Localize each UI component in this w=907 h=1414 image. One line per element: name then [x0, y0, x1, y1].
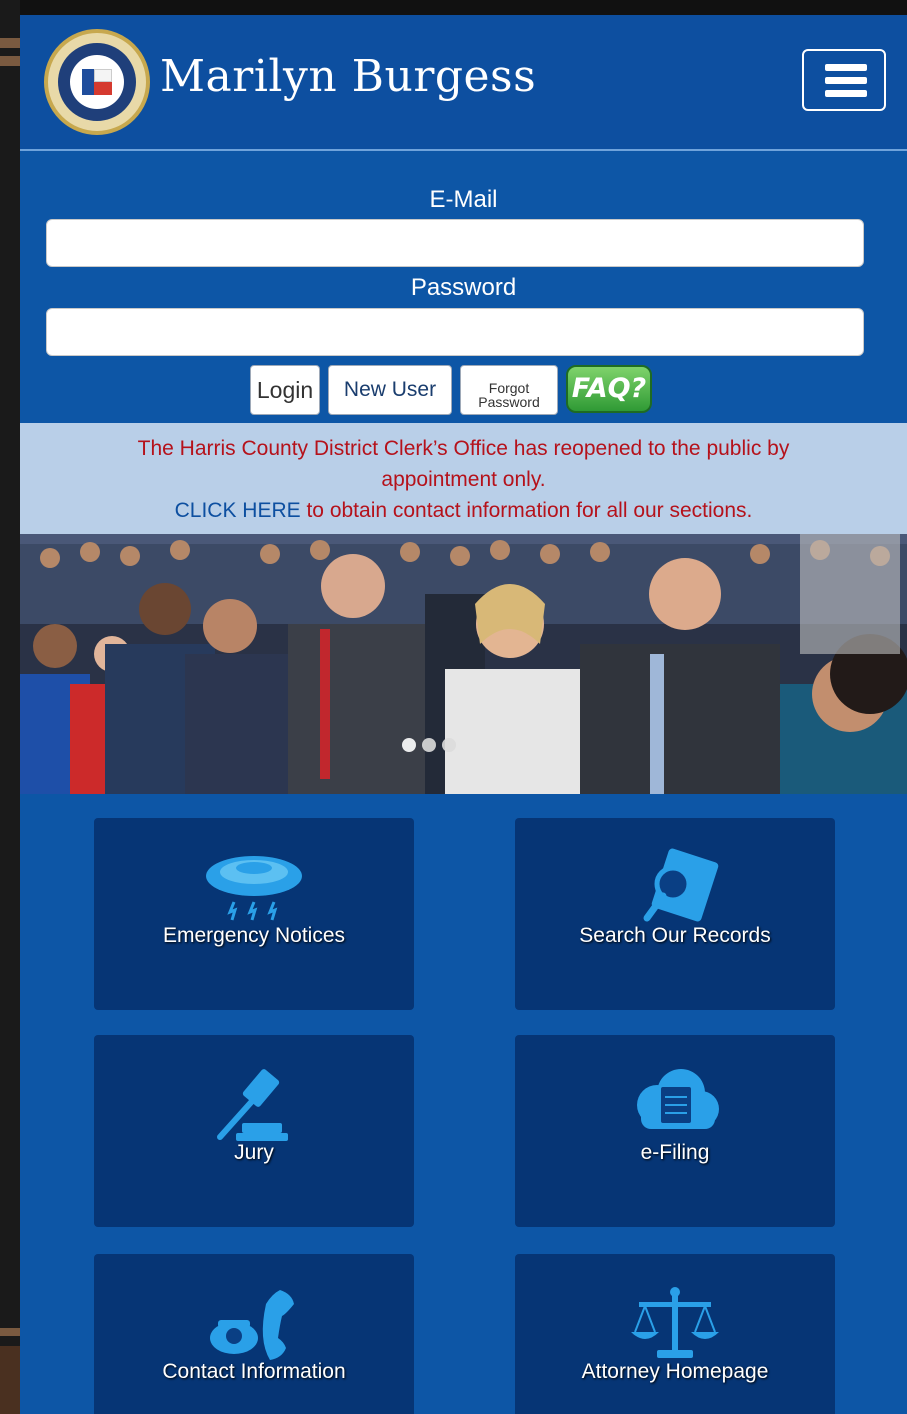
password-label: Password: [410, 274, 517, 301]
scales-of-justice-icon: [631, 1287, 719, 1358]
telephone-icon: [210, 1290, 294, 1360]
forgot-password-button[interactable]: Forgot Password: [460, 365, 558, 415]
tile-e-filing[interactable]: e-Filing: [515, 1035, 835, 1227]
magnifier-document-icon: [643, 848, 719, 922]
notice-link-suffix: to obtain contact information for all ou…: [300, 499, 753, 522]
tile-label: Attorney Homepage: [581, 1360, 769, 1383]
texas-flag-red-stripe: [94, 82, 112, 95]
tile-label: e-Filing: [640, 1141, 710, 1164]
texas-flag-white-stripe: [94, 69, 112, 82]
carousel-dot[interactable]: [402, 738, 416, 752]
faq-button[interactable]: FAQ?: [566, 365, 652, 413]
notice-message: The Harris County District Clerk’s Offic…: [137, 437, 790, 491]
quick-links-grid: Emergency Notices Search Our Records Jur…: [20, 794, 907, 1414]
password-field[interactable]: [46, 308, 864, 356]
brand-name[interactable]: Marilyn Burgess: [160, 51, 536, 102]
page: Marilyn Burgess E-Mail Password Login Ne…: [20, 15, 907, 1414]
forgot-label-line2: Password: [478, 393, 540, 410]
tile-emergency-notices[interactable]: Emergency Notices: [94, 818, 414, 1010]
email-field[interactable]: [46, 219, 864, 267]
new-user-button[interactable]: New User: [328, 365, 452, 415]
decor-bar: [0, 56, 20, 66]
login-form: E-Mail Password Login New User Forgot Pa…: [20, 153, 907, 423]
texas-flag-icon: [82, 69, 94, 95]
tile-jury[interactable]: Jury: [94, 1035, 414, 1227]
tile-attorney-homepage[interactable]: Attorney Homepage: [515, 1254, 835, 1414]
hero-carousel[interactable]: [20, 534, 907, 794]
decor-bar: [0, 1346, 20, 1414]
tile-contact-information[interactable]: Contact Information: [94, 1254, 414, 1414]
hamburger-line: [825, 77, 867, 84]
tile-label: Search Our Records: [579, 924, 771, 947]
tile-search-our-records[interactable]: Search Our Records: [515, 818, 835, 1010]
site-header: Marilyn Burgess: [20, 15, 907, 151]
carousel-indicators: [402, 738, 462, 757]
reopening-notice-banner: The Harris County District Clerk’s Offic…: [20, 423, 907, 534]
hamburger-line: [825, 90, 867, 97]
gavel-icon: [217, 1069, 288, 1141]
seal-ring: [56, 41, 138, 123]
tile-label: Jury: [234, 1141, 274, 1164]
notice-contact-line: CLICK HERE to obtain contact information…: [175, 499, 753, 522]
cloud-documents-icon: [637, 1069, 719, 1129]
carousel-dot[interactable]: [442, 738, 456, 752]
tile-label: Contact Information: [162, 1360, 346, 1383]
decor-bar: [0, 1328, 20, 1336]
left-background-strip: [0, 0, 20, 1414]
hamburger-menu-button[interactable]: [802, 49, 886, 111]
seal-center: [70, 55, 124, 109]
tile-label: Emergency Notices: [162, 924, 346, 947]
storm-cloud-icon: [206, 856, 302, 921]
login-button[interactable]: Login: [250, 365, 320, 415]
decor-bar: [0, 38, 20, 48]
click-here-link[interactable]: CLICK HERE: [175, 499, 301, 522]
carousel-dot[interactable]: [422, 738, 436, 752]
hamburger-menu-icon: [825, 64, 867, 71]
hero-photo: [20, 534, 907, 794]
email-label: E-Mail: [429, 186, 498, 213]
district-clerk-seal-logo[interactable]: [44, 29, 150, 135]
